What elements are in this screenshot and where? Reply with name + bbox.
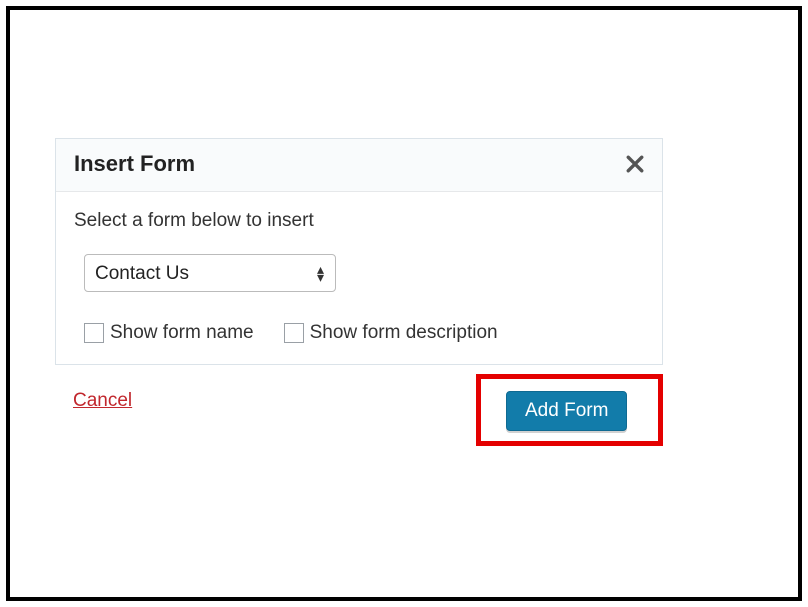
form-select-wrap: Contact Us ▴▾	[84, 254, 336, 292]
dialog-header: Insert Form	[56, 139, 662, 192]
show-form-description-checkbox[interactable]: Show form description	[284, 322, 498, 344]
show-form-description-input[interactable]	[284, 323, 304, 343]
checkbox-row: Show form name Show form description	[84, 322, 644, 344]
show-form-name-label: Show form name	[110, 322, 254, 344]
add-form-button[interactable]: Add Form	[506, 391, 627, 431]
dialog-title: Insert Form	[74, 151, 195, 177]
outer-frame: Insert Form Select a form below to inser…	[6, 6, 802, 601]
show-form-name-checkbox[interactable]: Show form name	[84, 322, 254, 344]
dialog-body: Select a form below to insert Contact Us…	[56, 192, 662, 364]
cancel-button[interactable]: Cancel	[73, 390, 132, 412]
insert-form-dialog: Insert Form Select a form below to inser…	[55, 138, 663, 365]
show-form-description-label: Show form description	[310, 322, 498, 344]
close-icon[interactable]	[626, 155, 644, 173]
show-form-name-input[interactable]	[84, 323, 104, 343]
form-select[interactable]: Contact Us	[84, 254, 336, 292]
instruction-text: Select a form below to insert	[74, 210, 644, 232]
